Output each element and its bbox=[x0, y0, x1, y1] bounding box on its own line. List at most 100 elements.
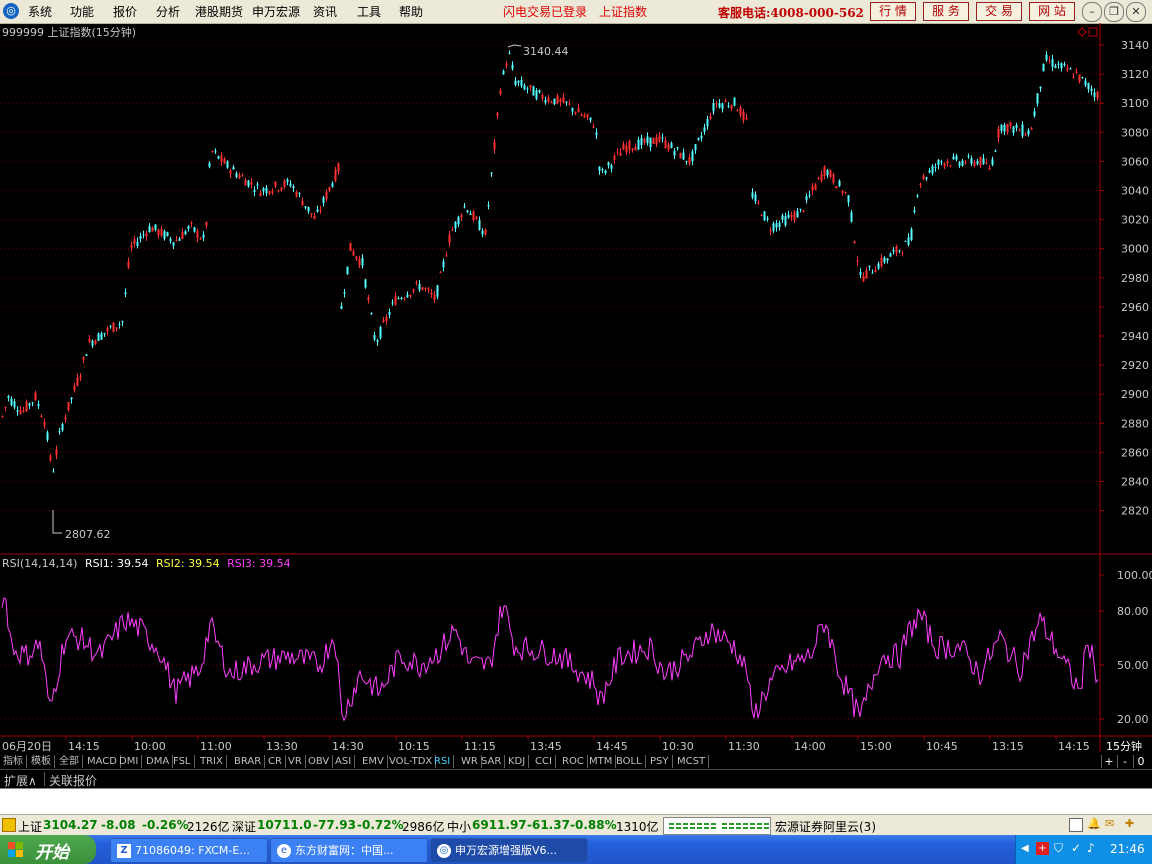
indicator-tab-全部[interactable]: 全部 bbox=[56, 755, 83, 768]
candle-body bbox=[1, 416, 4, 418]
candle-body bbox=[985, 162, 988, 164]
chart-corner-icons[interactable] bbox=[1077, 27, 1098, 37]
indicator-tab-sar[interactable]: SAR bbox=[478, 755, 506, 768]
indicator-tab-fsl[interactable]: FSL bbox=[170, 755, 195, 768]
menu-hk-futures[interactable]: 港股期货 bbox=[195, 3, 243, 20]
restore-icon[interactable]: ❐ bbox=[1104, 2, 1124, 22]
indicator-tab-模板[interactable]: 模板 bbox=[28, 755, 55, 768]
menu-function[interactable]: 功能 bbox=[70, 3, 94, 20]
candle-body bbox=[1057, 63, 1060, 65]
rsi-axis-tick: 50.00 bbox=[1117, 659, 1149, 672]
reset-button[interactable]: 0 bbox=[1133, 755, 1148, 768]
related-quotes-tab[interactable]: 关联报价 bbox=[49, 772, 97, 789]
candle-body bbox=[13, 401, 16, 408]
candle-body bbox=[1036, 93, 1039, 104]
candle-body bbox=[517, 80, 520, 83]
task-fxcm-label: 71086049: FXCM-E... bbox=[135, 844, 250, 857]
server-name[interactable]: 宏源证券阿里云(3) bbox=[775, 818, 876, 835]
start-button[interactable]: 开始 bbox=[0, 835, 96, 864]
menu-swhy[interactable]: 申万宏源 bbox=[252, 3, 300, 20]
indicator-tab-psy[interactable]: PSY bbox=[647, 755, 673, 768]
sz-index-pct: -0.72% bbox=[357, 818, 404, 832]
quote-bar-icon[interactable] bbox=[2, 818, 16, 832]
browser-icon: e bbox=[277, 844, 291, 858]
candle-body bbox=[268, 191, 271, 194]
candle-body bbox=[76, 377, 79, 386]
sz-index-name[interactable]: 深证 bbox=[232, 818, 256, 835]
menu-system[interactable]: 系统 bbox=[28, 3, 52, 20]
candle-body bbox=[592, 126, 595, 128]
candle-body bbox=[622, 144, 625, 150]
indicator-tab-dma[interactable]: DMA bbox=[143, 755, 174, 768]
time-axis-label: 13:45 bbox=[530, 740, 562, 753]
tray-arrow-icon[interactable]: ◀ bbox=[1021, 843, 1029, 854]
candle-body bbox=[925, 177, 928, 179]
sme-index-name[interactable]: 中小 bbox=[447, 818, 471, 835]
chart-area[interactable]: 3140 3120 3100 3080 3060 3040 3020 3000 2980 2960… bbox=[0, 23, 1152, 754]
close-icon[interactable]: ✕ bbox=[1126, 2, 1146, 22]
indicator-tab-kdj[interactable]: KDJ bbox=[505, 755, 530, 768]
indicator-tab-roc[interactable]: ROC bbox=[559, 755, 588, 768]
candle-body bbox=[973, 162, 976, 166]
zoom-in-button[interactable]: + bbox=[1101, 755, 1116, 768]
website-button[interactable]: 网 站 bbox=[1029, 2, 1075, 21]
task-eastmoney[interactable]: e 东方财富网：中国... bbox=[270, 838, 428, 863]
task-fxcm[interactable]: Z 71086049: FXCM-E... bbox=[110, 838, 268, 863]
app-logo-icon[interactable]: ◎ bbox=[3, 3, 19, 19]
lock-icon[interactable]: ✚ bbox=[1125, 817, 1134, 830]
candle-body bbox=[193, 227, 196, 232]
candle-body bbox=[235, 173, 238, 178]
indicator-tab-cr[interactable]: CR bbox=[265, 755, 286, 768]
candle-body bbox=[358, 258, 361, 266]
candle-body bbox=[916, 195, 919, 197]
candle-body bbox=[616, 151, 619, 153]
candle-body bbox=[664, 140, 667, 148]
tray-shield-icon[interactable]: ⛉ bbox=[1054, 841, 1063, 856]
indicator-tab-mtm[interactable]: MTM bbox=[586, 755, 617, 768]
tray-flag-icon[interactable]: + bbox=[1036, 842, 1049, 855]
menu-analysis[interactable]: 分析 bbox=[156, 3, 180, 20]
candle-body bbox=[406, 294, 409, 298]
indicator-tab-vol-tdx[interactable]: VOL-TDX bbox=[386, 755, 437, 768]
layout-icon[interactable] bbox=[1069, 818, 1083, 832]
bell-icon[interactable]: 🔔 bbox=[1087, 817, 1101, 830]
zoom-out-button[interactable]: - bbox=[1117, 755, 1132, 768]
candle-body bbox=[505, 63, 508, 66]
tray-volume-icon[interactable]: ♪ bbox=[1087, 841, 1095, 855]
menu-news[interactable]: 资讯 bbox=[313, 3, 337, 20]
trade-button[interactable]: 交 易 bbox=[976, 2, 1022, 21]
menu-tools[interactable]: 工具 bbox=[357, 3, 381, 20]
indicator-tab-vr[interactable]: VR bbox=[285, 755, 306, 768]
start-label: 开始 bbox=[35, 843, 69, 863]
indicator-tab-brar[interactable]: BRAR bbox=[231, 755, 266, 768]
candle-body bbox=[688, 157, 691, 164]
expand-toggle[interactable]: 扩展∧ bbox=[4, 772, 37, 789]
candle-body bbox=[205, 222, 208, 226]
candle-body bbox=[604, 170, 607, 174]
indicator-tab-cci[interactable]: CCI bbox=[532, 755, 556, 768]
period-label[interactable]: 15分钟 bbox=[1106, 739, 1142, 753]
meter-bar bbox=[736, 823, 741, 825]
candle-body bbox=[67, 401, 70, 411]
menu-help[interactable]: 帮助 bbox=[399, 3, 423, 20]
indicator-tab-emv[interactable]: EMV bbox=[359, 755, 388, 768]
indicator-tab-obv[interactable]: OBV bbox=[305, 755, 334, 768]
indicator-tab-boll[interactable]: BOLL bbox=[613, 755, 646, 768]
tray-network-icon[interactable]: ✓ bbox=[1071, 841, 1081, 855]
indicator-tab-mcst[interactable]: MCST bbox=[674, 755, 710, 768]
sme-index-change: -61.37 bbox=[527, 818, 570, 832]
menu-quote[interactable]: 报价 bbox=[113, 3, 137, 20]
indicator-tab-rsi[interactable]: RSI bbox=[431, 755, 455, 768]
market-button[interactable]: 行 情 bbox=[870, 2, 916, 21]
service-button[interactable]: 服 务 bbox=[923, 2, 969, 21]
task-swhy[interactable]: ◎ 申万宏源增强版V6... bbox=[430, 838, 588, 863]
indicator-tab-asi[interactable]: ASI bbox=[332, 755, 356, 768]
candle-body bbox=[1072, 76, 1075, 78]
indicator-tab-trix[interactable]: TRIX bbox=[197, 755, 227, 768]
chat-icon[interactable]: ✉ bbox=[1105, 817, 1114, 830]
minimize-icon[interactable]: – bbox=[1082, 2, 1102, 22]
candle-body bbox=[481, 230, 484, 235]
indicator-tab-dmi[interactable]: DMI bbox=[116, 755, 143, 768]
indicator-tab-指标[interactable]: 指标 bbox=[0, 755, 27, 768]
sh-index-name[interactable]: 上证 bbox=[18, 818, 42, 835]
